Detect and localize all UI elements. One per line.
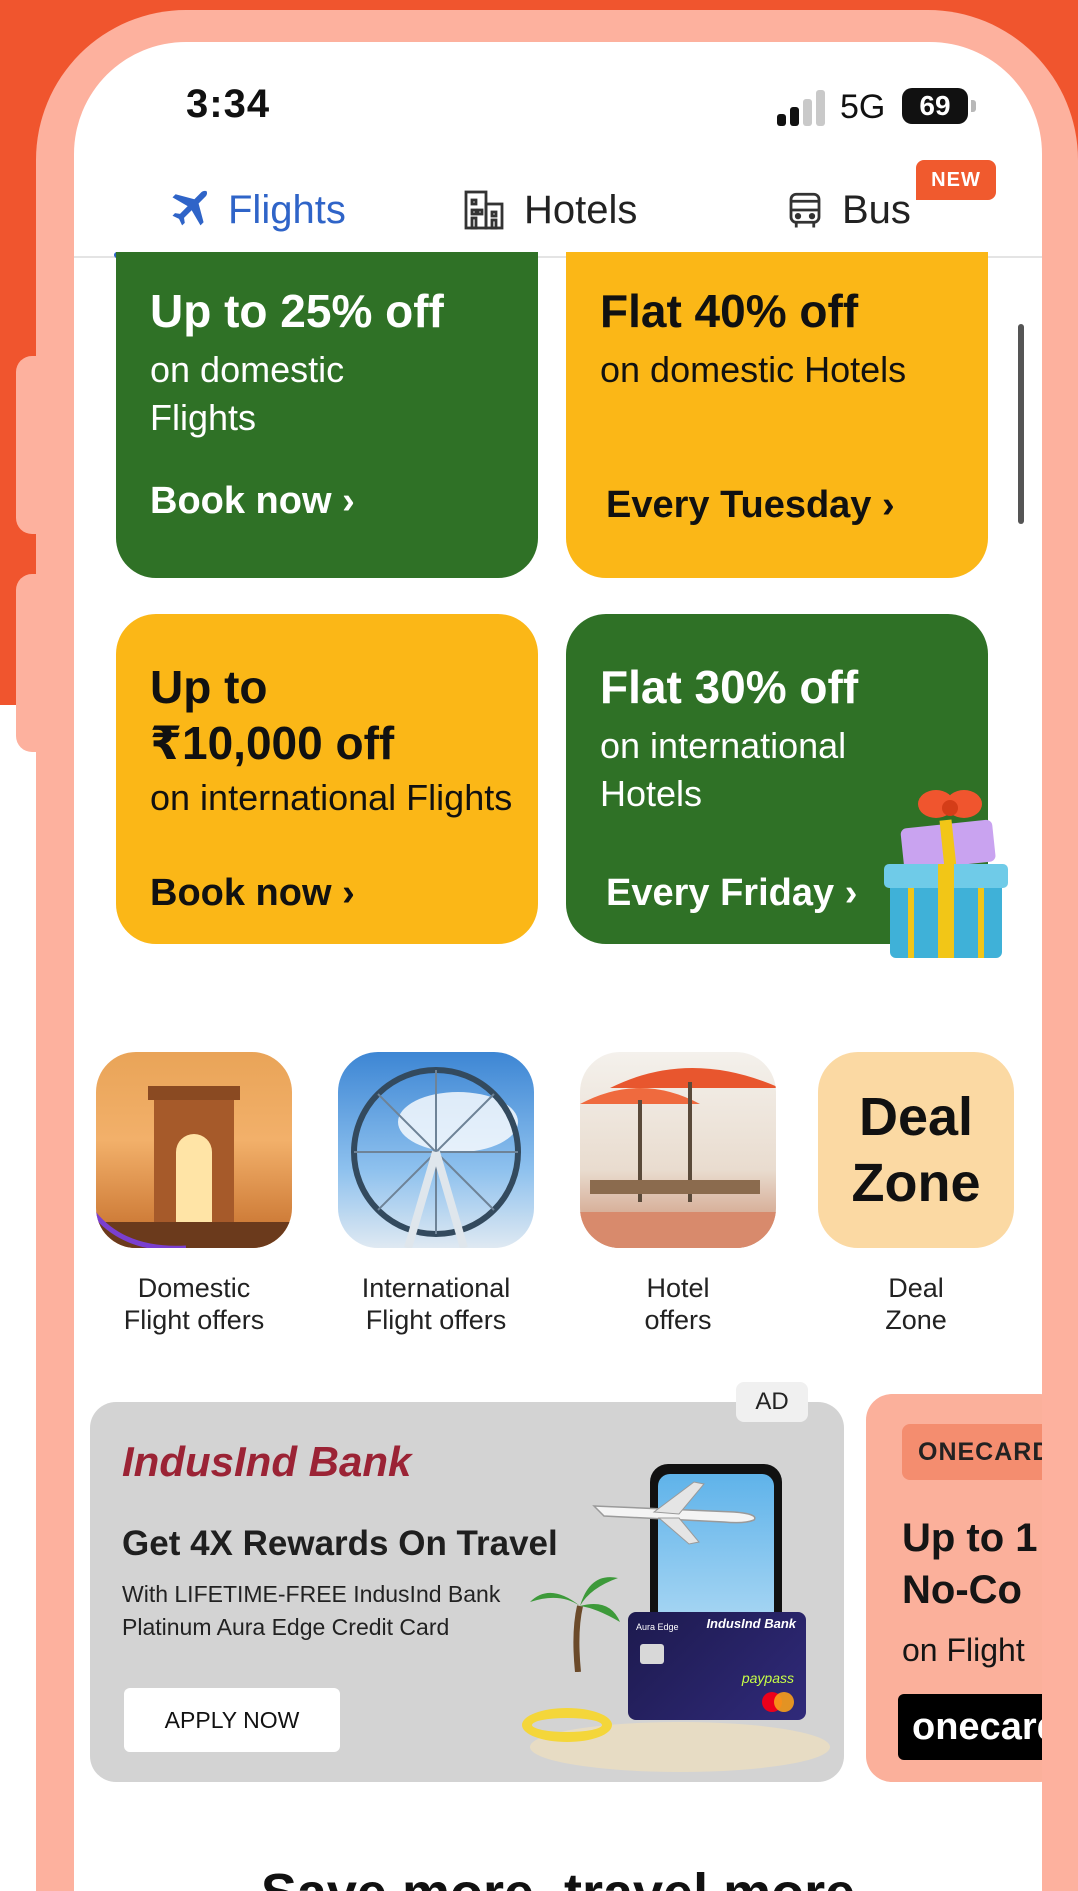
- card-chip-icon: [640, 1644, 664, 1664]
- swim-ring-icon: [522, 1708, 612, 1742]
- offer-subtext: on domestic Hotels: [600, 349, 907, 390]
- deal-zone-text: Zone: [851, 1153, 981, 1213]
- category-caption: International Flight offers: [336, 1272, 536, 1336]
- ferris-wheel-icon: [338, 1052, 534, 1248]
- chevron-right-icon: ›: [844, 872, 858, 914]
- status-time: 3:34: [186, 82, 271, 126]
- india-gate-icon: [96, 1052, 292, 1248]
- section-title: Save more, travel more: [74, 1862, 1042, 1891]
- new-badge: NEW: [916, 160, 996, 200]
- offer-cta-label: Every Tuesday: [606, 484, 872, 526]
- category-caption-line: Zone: [885, 1305, 947, 1335]
- airplane-illustration-icon: [592, 1481, 756, 1545]
- offer-cta: Book now ›: [150, 480, 355, 523]
- ad-brand: IndusInd Bank: [122, 1438, 412, 1485]
- tab-bus-label: Bus: [842, 187, 911, 232]
- offer-card-international-flights[interactable]: Up to ₹10,000 off on international Fligh…: [116, 614, 538, 944]
- offer-subtext: on international Flights: [150, 777, 513, 818]
- offer-headline: Flat 40% off: [600, 285, 859, 337]
- ad-banner-onecard[interactable]: ONECARD Up to 1 No-Co on Flight onecard: [866, 1394, 1042, 1782]
- category-caption-line: Flight offers: [123, 1305, 265, 1335]
- offer-cta-label: Book now: [150, 872, 332, 914]
- tab-flights[interactable]: Flights: [166, 162, 346, 258]
- offer-headline: Up to 25% off: [150, 285, 444, 337]
- card-brand: IndusInd Bank: [706, 1616, 796, 1631]
- offer-headline: Up to: [150, 661, 268, 713]
- scrollbar[interactable]: [1018, 324, 1024, 524]
- deal-zone-icon: Deal Zone: [818, 1052, 1014, 1248]
- category-international-flight-offers[interactable]: International Flight offers: [336, 1052, 536, 1336]
- offer-cta: Every Tuesday ›: [606, 484, 895, 527]
- bus-icon: [789, 192, 821, 228]
- apply-now-button[interactable]: APPLY NOW: [124, 1688, 340, 1752]
- chevron-right-icon: ›: [342, 480, 355, 522]
- ad-tag: AD: [736, 1382, 808, 1422]
- category-caption-line: Hotel: [646, 1273, 710, 1303]
- tab-hotels-label: Hotels: [524, 187, 638, 232]
- ad-headline: Get 4X Rewards On Travel: [122, 1524, 558, 1563]
- credit-card-illustration: IndusInd Bank Aura Edge paypass: [628, 1612, 806, 1720]
- onecard-logo[interactable]: onecard: [898, 1694, 1042, 1760]
- onecard-pill: ONECARD: [902, 1424, 1042, 1480]
- chevron-right-icon: ›: [342, 872, 355, 914]
- offer-cta: Every Friday ›: [606, 872, 857, 915]
- offer-subtext: on international: [600, 725, 847, 766]
- offer-subtext: Flights: [150, 397, 257, 438]
- offer-cta-label: Book now: [150, 480, 332, 522]
- category-caption-line: Deal: [888, 1273, 944, 1303]
- phone-side-button: [16, 574, 56, 752]
- category-caption-line: Domestic: [137, 1273, 251, 1303]
- offer-headline: ₹10,000 off: [150, 717, 395, 769]
- ad-subtext-line: With LIFETIME-FREE IndusInd Bank: [122, 1581, 501, 1607]
- offer-cta-label: Every Friday: [606, 872, 835, 914]
- ad-subtext-line: Platinum Aura Edge Credit Card: [122, 1614, 450, 1640]
- category-caption: Domestic Flight offers: [94, 1272, 294, 1336]
- offer-cta: Book now ›: [150, 872, 355, 915]
- building-icon: [464, 190, 504, 230]
- battery-level: 69: [919, 90, 951, 121]
- category-caption: Hotel offers: [578, 1272, 778, 1336]
- tab-hotels[interactable]: Hotels: [460, 162, 637, 258]
- category-hotel-offers[interactable]: Hotel offers: [578, 1052, 778, 1336]
- tab-bus[interactable]: Bus: [784, 162, 911, 258]
- chevron-right-icon: ›: [882, 484, 895, 526]
- battery-icon: 69: [902, 88, 976, 124]
- category-caption-line: International: [361, 1273, 511, 1303]
- card-name: Aura Edge: [636, 1622, 679, 1632]
- beach-umbrella-icon: [580, 1052, 776, 1248]
- airplane-icon: [172, 190, 208, 226]
- category-domestic-flight-offers[interactable]: Domestic Flight offers: [94, 1052, 294, 1336]
- signal-icon: [777, 90, 829, 126]
- offer-card-domestic-flights[interactable]: Up to 25% off on domestic Flights Book n…: [116, 252, 538, 578]
- ad-subtext: With LIFETIME-FREE IndusInd Bank Platinu…: [122, 1578, 552, 1644]
- category-deal-zone[interactable]: Deal Zone Deal Zone: [816, 1052, 1016, 1336]
- category-caption-line: offers: [644, 1305, 712, 1335]
- card-feature: paypass: [741, 1670, 794, 1686]
- onecard-headline: Up to 1 No-Co: [902, 1512, 1038, 1616]
- category-caption: Deal Zone: [816, 1272, 1016, 1336]
- ad-banner-indusind[interactable]: IndusInd Bank Get 4X Rewards On Travel W…: [90, 1402, 844, 1782]
- offer-card-domestic-hotels[interactable]: Flat 40% off on domestic Hotels Every Tu…: [566, 252, 988, 578]
- onecard-subtext: on Flight: [902, 1632, 1025, 1668]
- phone-side-button: [16, 356, 56, 534]
- tab-flights-label: Flights: [228, 187, 346, 232]
- mastercard-icon: [762, 1692, 796, 1712]
- onecard-headline-line: No-Co: [902, 1568, 1022, 1612]
- app-screen: 3:34 5G 69 Flights Hotels Bus NEW Up to …: [74, 42, 1042, 1891]
- offer-headline: Flat 30% off: [600, 661, 859, 713]
- network-type: 5G: [840, 88, 886, 126]
- offer-subtext: on domestic: [150, 349, 345, 390]
- category-caption-line: Flight offers: [365, 1305, 507, 1335]
- deal-zone-text: Deal: [858, 1087, 974, 1147]
- status-bar: 3:34 5G 69: [74, 42, 1042, 162]
- tab-bar: Flights Hotels Bus: [74, 162, 1042, 258]
- offer-subtext: Hotels: [600, 773, 703, 814]
- gift-box-icon: [884, 790, 1008, 958]
- palm-tree-icon: [530, 1577, 620, 1672]
- onecard-headline-line: Up to 1: [902, 1516, 1038, 1560]
